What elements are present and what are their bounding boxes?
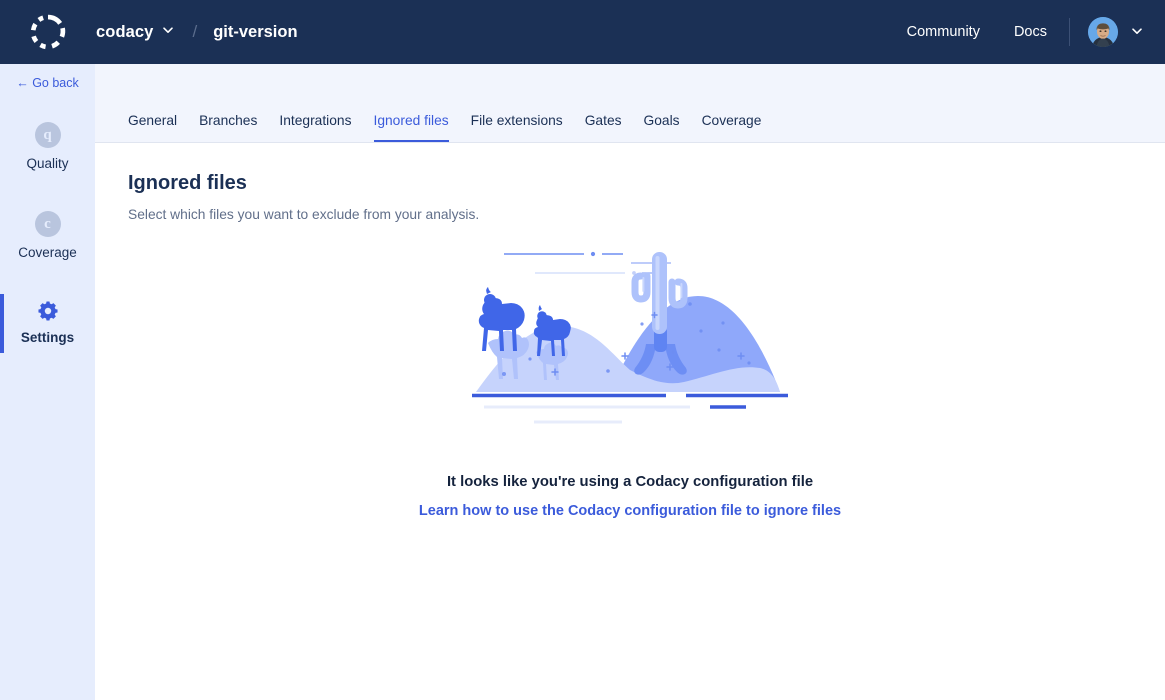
codacy-logo-icon bbox=[30, 14, 66, 50]
nav-divider bbox=[1069, 18, 1070, 46]
sidebar-item-settings[interactable]: Settings bbox=[0, 294, 95, 353]
breadcrumb-separator: / bbox=[192, 22, 198, 41]
org-name[interactable]: codacy bbox=[96, 23, 153, 42]
avatar[interactable] bbox=[1088, 17, 1118, 47]
sidebar-item-label: Settings bbox=[20, 330, 75, 345]
sidebar-item-label: Quality bbox=[26, 156, 69, 171]
sidebar-item-label: Coverage bbox=[18, 245, 77, 260]
config-file-docs-link[interactable]: Learn how to use the Codacy configuratio… bbox=[419, 503, 841, 519]
coverage-badge-icon: c bbox=[34, 211, 61, 237]
tab-file-extensions[interactable]: File extensions bbox=[471, 113, 563, 142]
tab-coverage[interactable]: Coverage bbox=[702, 113, 762, 142]
repo-name[interactable]: git-version bbox=[213, 23, 297, 42]
sidebar-item-coverage[interactable]: c Coverage bbox=[0, 205, 95, 268]
chevron-down-icon[interactable] bbox=[162, 23, 174, 41]
go-back-link[interactable]: ← Go back bbox=[0, 76, 95, 90]
desert-camels-cactus-illustration bbox=[472, 251, 788, 424]
page-subtitle: Select which files you want to exclude f… bbox=[128, 207, 480, 222]
empty-state-title: It looks like you're using a Codacy conf… bbox=[446, 474, 814, 490]
settings-tabstrip: General Branches Integrations Ignored fi… bbox=[95, 64, 1165, 143]
sidebar-item-quality[interactable]: q Quality bbox=[0, 116, 95, 179]
breadcrumb: codacy / git-version bbox=[96, 22, 298, 42]
community-link[interactable]: Community bbox=[907, 24, 980, 40]
gear-icon bbox=[37, 301, 58, 321]
empty-state: It looks like you're using a Codacy conf… bbox=[95, 240, 1165, 519]
tab-goals[interactable]: Goals bbox=[644, 113, 680, 142]
page-title: Ignored files bbox=[128, 172, 247, 194]
logo-home-link[interactable] bbox=[0, 14, 96, 50]
tab-gates[interactable]: Gates bbox=[585, 113, 622, 142]
topbar-left-group: codacy / git-version bbox=[0, 14, 298, 50]
quality-badge-icon: q bbox=[34, 122, 61, 148]
top-navigation-bar: codacy / git-version Community Docs bbox=[0, 0, 1165, 64]
sidebar: ← Go back q Quality c Coverage Settings bbox=[0, 64, 95, 700]
chevron-down-icon[interactable] bbox=[1131, 25, 1143, 40]
topbar-right-group: Community Docs bbox=[907, 17, 1165, 47]
main-content: Ignored files Select which files you wan… bbox=[95, 143, 1165, 700]
docs-link[interactable]: Docs bbox=[1014, 24, 1047, 40]
tab-branches[interactable]: Branches bbox=[199, 113, 257, 142]
tab-list: General Branches Integrations Ignored fi… bbox=[95, 113, 783, 142]
tab-general[interactable]: General bbox=[128, 113, 177, 142]
tab-integrations[interactable]: Integrations bbox=[279, 113, 351, 142]
tab-ignored-files[interactable]: Ignored files bbox=[373, 113, 449, 142]
